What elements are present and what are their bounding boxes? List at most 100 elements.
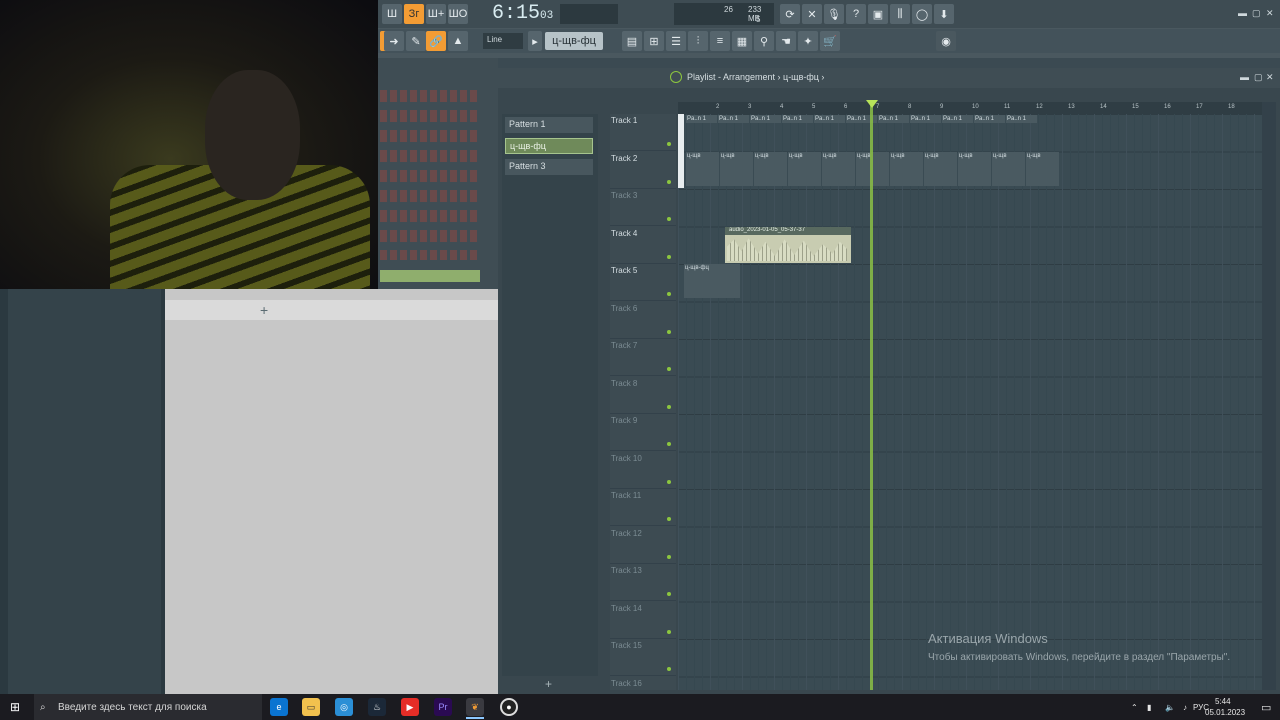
explorer-icon[interactable]: ▭: [302, 698, 320, 716]
pattern-item[interactable]: Pattern 3: [505, 159, 593, 175]
track-header[interactable]: Track 6: [610, 302, 676, 339]
pattern1-clip[interactable]: Pa..n 1: [814, 115, 845, 123]
pattern1-clip[interactable]: Pa..n 1: [686, 115, 717, 123]
track-enable-icon[interactable]: [667, 404, 671, 409]
windows-start-icon[interactable]: ⊞: [10, 700, 20, 714]
pen-icon[interactable]: ✎: [406, 31, 426, 51]
plug-icon[interactable]: ⚲: [754, 31, 774, 51]
track-enable-icon[interactable]: [667, 592, 671, 596]
chrome-icon[interactable]: ◎: [335, 698, 353, 716]
mode-button-1[interactable]: Ш: [382, 4, 402, 24]
tray-expand-icon[interactable]: ⌃: [1131, 703, 1138, 712]
maximize-icon[interactable]: ▢: [1252, 8, 1261, 19]
track-header[interactable]: Track 9: [610, 414, 676, 451]
track-header[interactable]: Track 7: [610, 339, 676, 376]
play-pattern-icon[interactable]: ▸: [528, 31, 542, 51]
clock-time[interactable]: 5:44: [1215, 697, 1231, 706]
mode-button-3[interactable]: Ш+: [426, 4, 446, 24]
track-enable-icon[interactable]: [667, 179, 671, 184]
pattern2-clip[interactable]: ц-щв: [992, 152, 1025, 186]
mic-tray-icon[interactable]: ♪: [1183, 703, 1187, 712]
pattern1-clip[interactable]: Pa..n 1: [782, 115, 813, 123]
play-status-icon[interactable]: [670, 71, 682, 83]
loop-icon[interactable]: ⟳: [780, 4, 800, 24]
mode-button-4[interactable]: ШО: [448, 4, 468, 24]
premiere-icon[interactable]: Pr: [434, 698, 452, 716]
pattern-clip[interactable]: ц-щв-фц: [684, 264, 740, 298]
pattern-item-selected[interactable]: ц-щв-фц: [505, 138, 593, 154]
mode-button-2[interactable]: Зг: [404, 4, 424, 24]
arrangement-grid[interactable]: [678, 114, 1262, 690]
pattern1-clip[interactable]: Pa..n 1: [942, 115, 973, 123]
plugin-icon[interactable]: ▦: [732, 31, 752, 51]
pattern2-clip[interactable]: ц-щв: [958, 152, 991, 186]
playlist-close-icon[interactable]: ✕: [1266, 72, 1274, 83]
pattern2-clip[interactable]: ц-щв: [890, 152, 923, 186]
track-enable-icon[interactable]: [667, 367, 671, 371]
cart-icon[interactable]: 🛒: [820, 31, 840, 51]
track-enable-icon[interactable]: [667, 254, 671, 259]
globe-icon[interactable]: ◉: [936, 31, 956, 51]
add-icon[interactable]: +: [260, 302, 268, 318]
minimize-icon[interactable]: ▬: [1238, 8, 1247, 18]
track-header[interactable]: Track 15: [610, 639, 676, 676]
track-header[interactable]: Track 8: [610, 377, 676, 414]
notifications-icon[interactable]: ▭: [1261, 701, 1271, 714]
link-icon[interactable]: 🔗: [426, 31, 446, 51]
pattern2-clip[interactable]: ц-щв: [924, 152, 957, 186]
pattern2-clip[interactable]: ц-щв: [1026, 152, 1059, 186]
track-header[interactable]: Track 1: [610, 114, 676, 151]
track-enable-icon[interactable]: [667, 479, 671, 484]
pattern2-clip[interactable]: ц-щв: [822, 152, 855, 186]
step-sequencer-grid[interactable]: [380, 90, 480, 260]
track-enable-icon[interactable]: [667, 442, 671, 446]
track-enable-icon[interactable]: [667, 142, 671, 146]
playhead-marker-icon[interactable]: [866, 100, 878, 108]
track-header[interactable]: Track 12: [610, 527, 676, 564]
timeline-ruler[interactable]: [678, 102, 1262, 114]
mixer-icon[interactable]: ⫼: [890, 4, 910, 24]
pattern1-clip[interactable]: Pa..n 1: [718, 115, 749, 123]
track-header[interactable]: Track 14: [610, 602, 676, 639]
audio-clip[interactable]: audio_2023-01-05_05-37-37: [725, 227, 851, 263]
pattern2-clip[interactable]: ц-щв: [754, 152, 787, 186]
track-enable-icon[interactable]: [667, 554, 671, 559]
track-enable-icon[interactable]: [667, 629, 671, 634]
playlist-icon[interactable]: ▤: [622, 31, 642, 51]
track-enable-icon[interactable]: [667, 329, 671, 334]
mixer-view-icon[interactable]: ⫶: [688, 31, 708, 51]
speaker-icon[interactable]: 🔈: [1165, 703, 1175, 712]
pattern1-clip[interactable]: Pa..n 1: [910, 115, 941, 123]
download-icon[interactable]: ⬇: [934, 4, 954, 24]
pattern-item[interactable]: Pattern 1: [505, 117, 593, 133]
pattern1-clip[interactable]: Pa..n 1: [878, 115, 909, 123]
steam-icon[interactable]: ♨: [368, 698, 386, 716]
track-header[interactable]: Track 13: [610, 564, 676, 601]
pattern1-clip[interactable]: Pa..n 1: [974, 115, 1005, 123]
wand-icon[interactable]: ✦: [798, 31, 818, 51]
track-enable-icon[interactable]: [667, 292, 671, 296]
track-header[interactable]: Track 5: [610, 264, 676, 301]
pattern1-clip[interactable]: Pa..n 1: [1006, 115, 1037, 123]
youtube-icon[interactable]: ▶: [401, 698, 419, 716]
save-icon[interactable]: ▣: [868, 4, 888, 24]
track-header[interactable]: Track 11: [610, 489, 676, 526]
vertical-scrollbar[interactable]: [1262, 102, 1276, 690]
edge-icon[interactable]: e: [270, 698, 288, 716]
pattern2-clip[interactable]: ц-щв: [788, 152, 821, 186]
playlist-minimize-icon[interactable]: ▬: [1240, 72, 1249, 82]
mic-icon[interactable]: 🎙: [824, 4, 844, 24]
track-enable-icon[interactable]: [667, 517, 671, 521]
pattern1-clip[interactable]: Pa..n 1: [750, 115, 781, 123]
add-pattern-icon[interactable]: +: [545, 677, 552, 691]
track-header[interactable]: Track 3: [610, 189, 676, 226]
track-enable-icon[interactable]: [667, 217, 671, 221]
channel-rack-icon[interactable]: ☰: [666, 31, 686, 51]
help-icon[interactable]: ?: [846, 4, 866, 24]
piano-roll-icon[interactable]: ⊞: [644, 31, 664, 51]
stamp-icon[interactable]: ▲: [448, 31, 468, 51]
clock-date[interactable]: 05.01.2023: [1205, 708, 1245, 717]
usb-icon[interactable]: ▮: [1147, 703, 1151, 712]
pattern-selector[interactable]: ц-щв-фц: [545, 32, 603, 50]
chat-icon[interactable]: ◯: [912, 4, 932, 24]
